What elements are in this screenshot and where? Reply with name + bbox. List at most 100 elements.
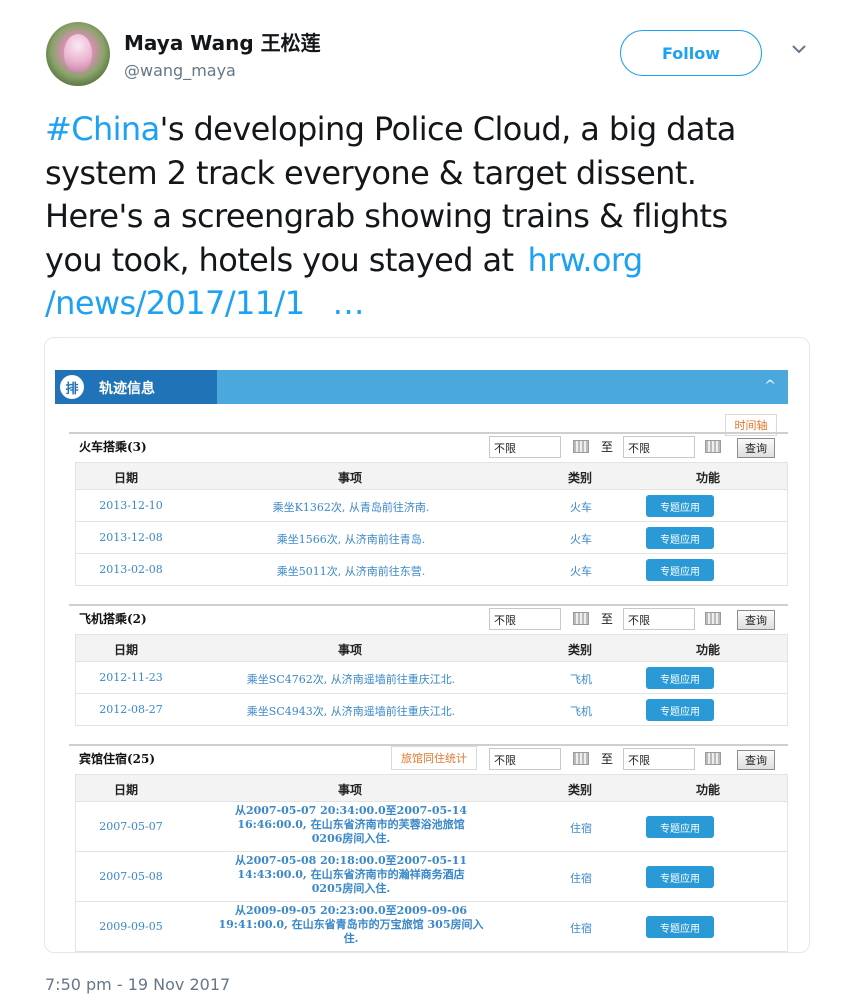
row-category: 住宿 [570, 872, 592, 885]
col-category: 类别 [568, 471, 593, 485]
row-item: 乘坐SC4943次, 从济南遥墙前往重庆江北. [246, 705, 456, 718]
table-row: 2007-05-07 从2007-05-07 20:34:00.0至2007-0… [75, 802, 788, 852]
row-category: 火车 [570, 565, 592, 578]
tweet-image[interactable]: 排 轨迹信息 ^ 时间轴 火车搭乘(3) 不限 至 不限 查询 日期 事项 类别… [44, 337, 810, 953]
col-category: 类别 [568, 783, 593, 797]
section-title: 飞机搭乘(2) [79, 612, 147, 626]
table-header: 日期 事项 类别 功能 [75, 634, 788, 662]
row-item: 乘坐SC4762次, 从济南遥墙前往重庆江北. [246, 673, 456, 686]
col-function: 功能 [696, 783, 721, 797]
row-date: 2007-05-07 [99, 820, 163, 833]
tweet-line-2: system 2 track everyone & target dissent… [45, 153, 697, 192]
lotus-flower-image [64, 34, 92, 72]
row-item: 乘坐1566次, 从济南前往青岛. [276, 533, 426, 546]
col-date: 日期 [114, 783, 139, 797]
section-header-trains: 火车搭乘(3) 不限 至 不限 查询 [69, 432, 788, 460]
row-item-line: 14:43:00.0, 在山东省济南市的瀚祥商务酒店 [237, 868, 465, 881]
row-date: 2013-02-08 [99, 563, 163, 576]
row-item-line: 0205房间入住. [311, 882, 391, 895]
table-header: 日期 事项 类别 功能 [75, 774, 788, 802]
feature-button: 专题应用 [646, 559, 714, 581]
feature-button: 专题应用 [646, 527, 714, 549]
table-row: 2012-11-23 乘坐SC4762次, 从济南遥墙前往重庆江北. 飞机 专题… [75, 662, 788, 694]
calendar-icon [705, 612, 721, 625]
col-item: 事项 [338, 471, 363, 485]
row-item-line: 从2007-05-08 20:18:00.0至2007-05-11 [234, 854, 468, 867]
row-item-line: 从2007-05-07 20:34:00.0至2007-05-14 [234, 804, 468, 817]
to-label: 至 [601, 612, 614, 626]
feature-button: 专题应用 [646, 667, 714, 689]
date-from-field: 不限 [489, 608, 561, 630]
to-label: 至 [601, 752, 614, 766]
table-row: 2013-12-08 乘坐1566次, 从济南前往青岛. 火车 专题应用 [75, 522, 788, 554]
row-item-line: 从2009-09-05 20:23:00.0至2009-09-06 [234, 904, 468, 917]
col-category: 类别 [568, 643, 593, 657]
panel-tab: 排 轨迹信息 [55, 370, 217, 404]
tweet-line-3: Here's a screengrab showing trains & fli… [45, 197, 728, 235]
date-to-field: 不限 [623, 748, 695, 770]
row-date: 2012-11-23 [99, 671, 163, 684]
follow-button[interactable]: Follow [620, 30, 762, 76]
hotel-cohabitation-stats-button: 旅馆同住统计 [391, 746, 477, 770]
row-item: 从2007-05-08 20:18:00.0至2007-05-11 14:43:… [186, 854, 516, 896]
col-date: 日期 [114, 643, 139, 657]
table-row: 2012-08-27 乘坐SC4943次, 从济南遥墙前往重庆江北. 飞机 专题… [75, 694, 788, 726]
col-function: 功能 [696, 471, 721, 485]
display-name[interactable]: Maya Wang 王松莲 [124, 27, 321, 56]
date-to-field: 不限 [623, 436, 695, 458]
tweet-timestamp[interactable]: 7:50 pm - 19 Nov 2017 [45, 975, 230, 994]
calendar-icon [705, 752, 721, 765]
tweet-line-1: 's developing Police Cloud, a big data [159, 110, 737, 148]
calendar-icon [573, 612, 589, 625]
avatar[interactable] [46, 22, 110, 86]
collapse-icon: ^ [764, 378, 776, 394]
panel-title: 轨迹信息 [99, 381, 155, 397]
calendar-icon [705, 440, 721, 453]
table-row: 2013-12-10 乘坐K1362次, 从青岛前往济南. 火车 专题应用 [75, 490, 788, 522]
query-button: 查询 [737, 610, 775, 630]
row-category: 住宿 [570, 922, 592, 935]
table-row: 2007-05-08 从2007-05-08 20:18:00.0至2007-0… [75, 852, 788, 902]
police-cloud-screengrab: 排 轨迹信息 ^ 时间轴 火车搭乘(3) 不限 至 不限 查询 日期 事项 类别… [55, 368, 801, 952]
row-category: 火车 [570, 501, 592, 514]
user-handle[interactable]: @wang_maya [124, 61, 236, 80]
hashtag-link[interactable]: #China [45, 110, 160, 148]
calendar-icon [573, 440, 589, 453]
row-item-line: 19:41:00.0, 在山东省青岛市的万宝旅馆 305房间入 [218, 918, 484, 931]
row-item-line: 16:46:00.0, 在山东省济南市的芙蓉浴池旅馆 [237, 818, 465, 831]
row-item: 乘坐5011次, 从济南前往东营. [276, 565, 426, 578]
row-date: 2013-12-08 [99, 531, 163, 544]
date-from-field: 不限 [489, 748, 561, 770]
row-item-line: 0206房间入住. [311, 832, 391, 845]
calendar-icon [573, 752, 589, 765]
feature-button: 专题应用 [646, 916, 714, 938]
date-to-field: 不限 [623, 608, 695, 630]
row-date: 2009-09-05 [99, 920, 163, 933]
link-ellipsis[interactable]: … [332, 284, 364, 322]
tweet-line-4: you took, hotels you stayed at [45, 240, 514, 279]
chevron-down-icon[interactable] [790, 40, 808, 58]
col-item: 事项 [338, 783, 363, 797]
section-header-hotels: 宾馆住宿(25) 旅馆同住统计 不限 至 不限 查询 [69, 744, 788, 772]
row-item: 从2009-09-05 20:23:00.0至2009-09-06 19:41:… [186, 904, 516, 946]
col-item: 事项 [338, 643, 363, 657]
feature-button: 专题应用 [646, 495, 714, 517]
feature-button: 专题应用 [646, 866, 714, 888]
feature-button: 专题应用 [646, 699, 714, 721]
table-row: 2009-09-05 从2009-09-05 20:23:00.0至2009-0… [75, 902, 788, 952]
row-item: 从2007-05-07 20:34:00.0至2007-05-14 16:46:… [186, 804, 516, 846]
section-title: 宾馆住宿(25) [79, 752, 156, 766]
feature-button: 专题应用 [646, 816, 714, 838]
row-date: 2013-12-10 [99, 499, 163, 512]
to-label: 至 [601, 440, 614, 454]
row-category: 飞机 [570, 705, 592, 718]
row-date: 2012-08-27 [99, 703, 163, 716]
query-button: 查询 [737, 438, 775, 458]
table-header: 日期 事项 类别 功能 [75, 462, 788, 490]
article-link[interactable]: hrw.org [527, 241, 643, 279]
row-category: 住宿 [570, 822, 592, 835]
article-link-path[interactable]: /news/2017/11/1 [45, 284, 305, 322]
row-date: 2007-05-08 [99, 870, 163, 883]
section-header-flights: 飞机搭乘(2) 不限 至 不限 查询 [69, 604, 788, 632]
row-item: 乘坐K1362次, 从青岛前往济南. [272, 501, 430, 514]
